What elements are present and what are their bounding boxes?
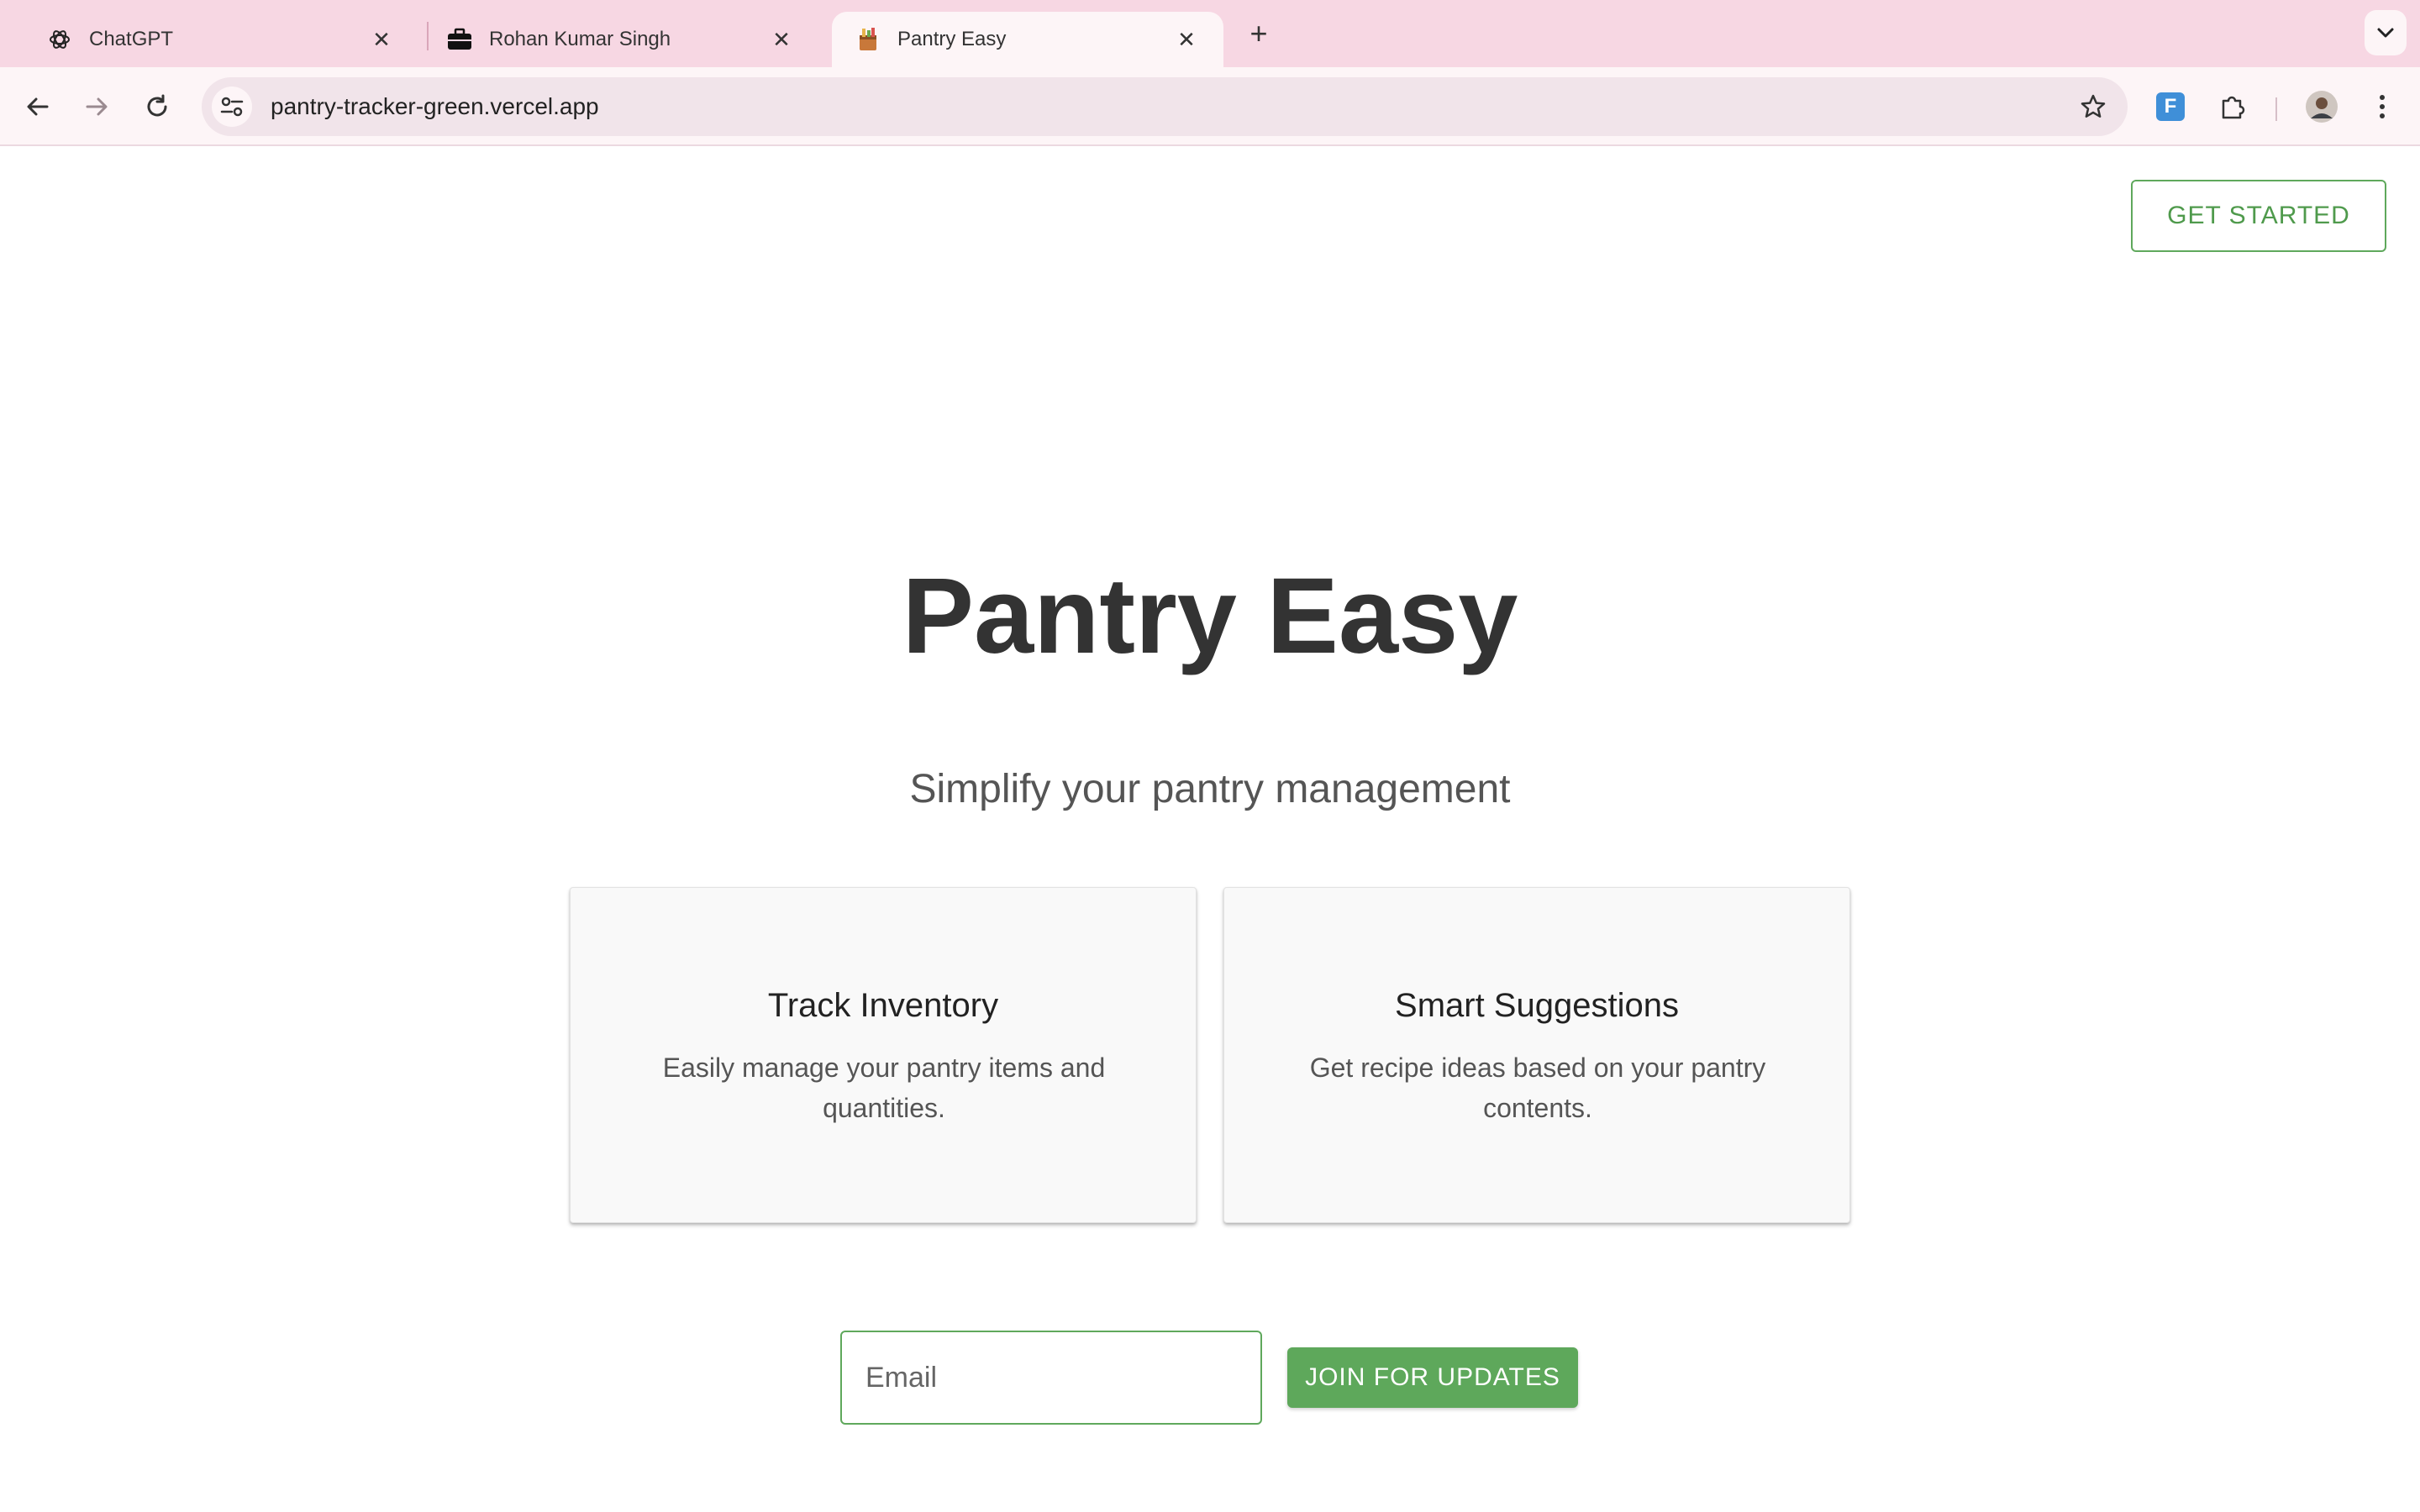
tab-pantry-easy[interactable]: Pantry Easy ✕: [832, 12, 1223, 67]
join-for-updates-button[interactable]: JOIN FOR UPDATES: [1287, 1347, 1578, 1408]
browser-menu-button[interactable]: [2361, 86, 2403, 128]
forward-button[interactable]: [76, 86, 118, 128]
extension-button[interactable]: F: [2149, 86, 2191, 128]
tab-title: Pantry Easy: [897, 28, 1007, 50]
extensions-button[interactable]: [2212, 86, 2254, 128]
puzzle-icon: [2222, 96, 2245, 119]
chevron-down-icon: [2377, 28, 2394, 38]
profile-button[interactable]: [2301, 86, 2343, 128]
openai-icon: [47, 27, 72, 52]
feature-card-track-inventory: Track Inventory Easily manage your pantr…: [570, 887, 1197, 1223]
email-field[interactable]: [840, 1331, 1262, 1425]
toolbar-separator: [2275, 97, 2277, 121]
feature-card-title: Smart Suggestions: [1395, 987, 1679, 1024]
tab-strip: ChatGPT ✕ Rohan Kumar Singh ✕ Pantry Eas…: [0, 0, 2420, 67]
page-subtitle: Simplify your pantry management: [909, 767, 1511, 811]
arrow-left-icon: [27, 97, 49, 116]
tab-title: ChatGPT: [89, 28, 174, 50]
close-icon[interactable]: ✕: [768, 26, 795, 53]
reload-button[interactable]: [136, 86, 178, 128]
avatar: [2306, 91, 2338, 123]
feature-card-description: Easily manage your pantry items and quan…: [662, 1053, 1106, 1123]
reload-icon: [147, 94, 167, 117]
tab-search-button[interactable]: [2365, 10, 2407, 55]
close-icon[interactable]: ✕: [1173, 26, 1200, 53]
bookmark-star-icon[interactable]: [2072, 86, 2114, 128]
tab-title: Rohan Kumar Singh: [489, 28, 671, 50]
tab-chatgpt[interactable]: ChatGPT ✕: [24, 12, 418, 67]
extension-f-icon: F: [2156, 92, 2185, 121]
briefcase-icon: [447, 27, 472, 52]
new-tab-button[interactable]: +: [1240, 15, 1277, 52]
get-started-button[interactable]: GET STARTED: [2131, 180, 2386, 252]
address-bar[interactable]: pantry-tracker-green.vercel.app: [202, 77, 2128, 136]
feature-card-title: Track Inventory: [767, 987, 999, 1024]
feature-card-description: Get recipe ideas based on your pantry co…: [1309, 1053, 1766, 1123]
close-icon[interactable]: ✕: [368, 26, 395, 53]
feature-card-smart-suggestions: Smart Suggestions Get recipe ideas based…: [1223, 887, 1850, 1223]
back-button[interactable]: [17, 86, 59, 128]
browser-toolbar: pantry-tracker-green.vercel.app F: [0, 67, 2420, 146]
url-text[interactable]: pantry-tracker-green.vercel.app: [271, 93, 2072, 120]
arrow-right-icon: [86, 97, 108, 116]
kebab-menu-icon: [2380, 95, 2385, 118]
page-title: Pantry Easy: [902, 556, 1518, 676]
tab-rohan-kumar-singh[interactable]: Rohan Kumar Singh ✕: [424, 12, 818, 67]
site-settings-icon[interactable]: [212, 87, 252, 127]
page-content: GET STARTED Pantry Easy Simplify your pa…: [0, 148, 2420, 1512]
browser-window: ChatGPT ✕ Rohan Kumar Singh ✕ Pantry Eas…: [0, 0, 2420, 1512]
pantry-icon: [855, 27, 881, 52]
